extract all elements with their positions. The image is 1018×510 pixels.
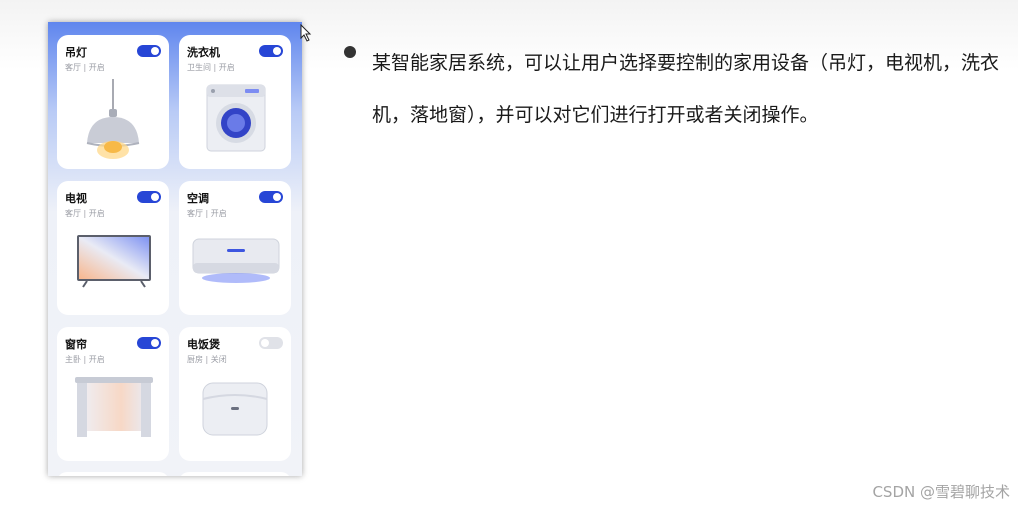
device-name: 窗帘	[65, 338, 87, 351]
pendant-lamp-icon	[86, 79, 140, 159]
device-card-pendant-lamp[interactable]: 吊灯 客厅 | 开启	[57, 35, 169, 169]
watermark: CSDN @雪碧聊技术	[872, 483, 1010, 501]
air-conditioner-icon	[192, 238, 280, 283]
device-card-partial	[57, 472, 169, 476]
smart-home-app-panel: 吊灯 客厅 | 开启 洗衣机 卫生间 | 开启 电视 客厅 | 开启 空调 客厅…	[48, 22, 302, 476]
bullet-icon	[344, 46, 356, 58]
power-toggle[interactable]	[137, 191, 161, 203]
device-location-status: 卫生间 | 开启	[187, 63, 235, 72]
device-card-washing-machine[interactable]: 洗衣机 卫生间 | 开启	[179, 35, 291, 169]
device-card-rice-cooker[interactable]: 电饭煲 厨房 | 关闭	[179, 327, 291, 461]
device-card-curtain[interactable]: 窗帘 主卧 | 开启	[57, 327, 169, 461]
tv-icon	[77, 235, 151, 288]
device-name: 电视	[65, 192, 87, 205]
device-card-partial	[179, 472, 291, 476]
device-name: 洗衣机	[187, 46, 220, 59]
device-location-status: 主卧 | 开启	[65, 355, 105, 364]
power-toggle[interactable]	[137, 45, 161, 57]
power-toggle[interactable]	[259, 191, 283, 203]
device-name: 电饭煲	[187, 338, 220, 351]
device-location-status: 厨房 | 关闭	[187, 355, 227, 364]
device-name: 空调	[187, 192, 209, 205]
device-name: 吊灯	[65, 46, 87, 59]
power-toggle[interactable]	[259, 45, 283, 57]
description-text: 某智能家居系统，可以让用户选择要控制的家用设备（吊灯，电视机，洗衣机，落地窗），…	[372, 52, 1000, 126]
mouse-cursor-icon	[300, 24, 312, 42]
device-card-air-conditioner[interactable]: 空调 客厅 | 开启	[179, 181, 291, 315]
curtain-icon	[75, 377, 153, 437]
device-card-tv[interactable]: 电视 客厅 | 开启	[57, 181, 169, 315]
power-toggle[interactable]	[259, 337, 283, 349]
rice-cooker-icon	[202, 382, 268, 436]
device-location-status: 客厅 | 开启	[65, 209, 105, 218]
device-location-status: 客厅 | 开启	[187, 209, 227, 218]
washing-machine-icon	[206, 84, 266, 152]
power-toggle[interactable]	[137, 337, 161, 349]
device-location-status: 客厅 | 开启	[65, 63, 105, 72]
